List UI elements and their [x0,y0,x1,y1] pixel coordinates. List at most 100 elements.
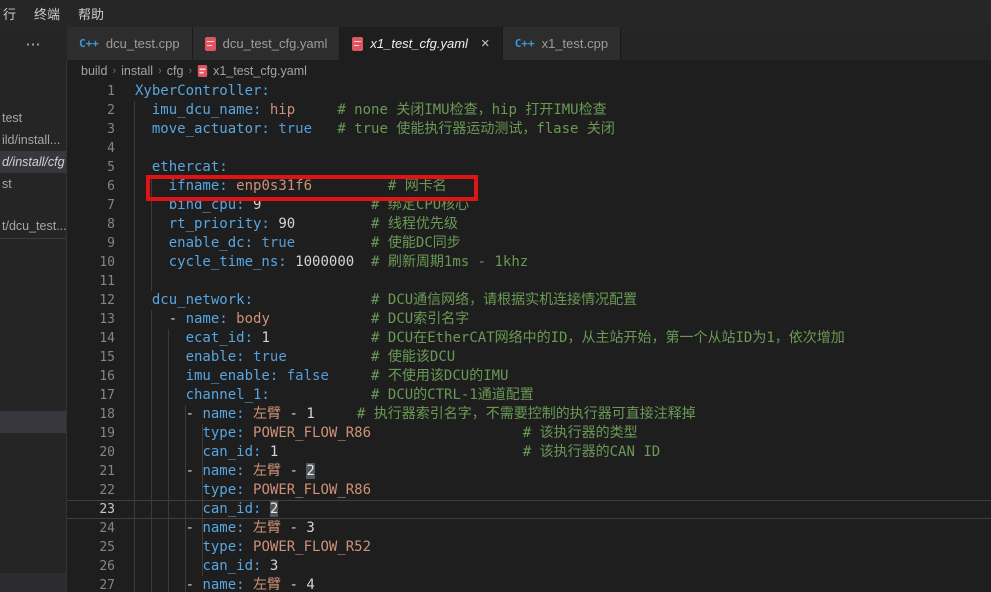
code-token: POWER_FLOW_R52 [253,539,371,555]
line-number: 13 [67,310,115,329]
code-line-content: dcu_network: # DCU通信网络，请根据实机连接情况配置 [135,291,637,310]
code-line-19[interactable]: 19 type: POWER_FLOW_R86 # 该执行器的类型 [67,424,991,443]
code-token: enable_dc: [169,235,253,251]
code-token: 2 [306,463,314,479]
code-token: body [236,311,270,327]
code-line-25[interactable]: 25 type: POWER_FLOW_R52 [67,538,991,557]
code-token: # 该执行器的类型 [523,425,638,441]
code-token: true [253,349,287,365]
code-token: rt_priority: [169,216,270,232]
code-token: # DCU通信网络，请根据实机连接情况配置 [371,292,637,308]
code-line-9[interactable]: 9 enable_dc: true # 使能DC同步 [67,234,991,253]
code-line-content: imu_dcu_name: hip # none 关闭IMU检查，hip 打开I… [135,101,607,120]
code-token [245,520,253,536]
code-line-20[interactable]: 20 can_id: 1 # 该执行器的CAN ID [67,443,991,462]
code-token [278,368,286,384]
code-line-2[interactable]: 2 imu_dcu_name: hip # none 关闭IMU检查，hip 打… [67,101,991,120]
code-line-13[interactable]: 13 - name: body # DCU索引名字 [67,310,991,329]
code-token [270,311,371,327]
tab-dcu_test_cfg.yaml[interactable]: dcu_test_cfg.yaml [193,27,341,60]
code-line-content: type: POWER_FLOW_R86 [135,481,371,500]
breadcrumb-segment[interactable]: cfg [167,64,184,78]
code-line-content: ecat_id: 1 # DCU在EtherCAT网络中的ID，从主站开始，第一… [135,329,845,348]
line-number: 12 [67,291,115,310]
code-line-content: can_id: 3 [135,557,278,576]
code-token [261,444,269,460]
code-token [287,254,295,270]
code-line-content: - name: 左臂 - 3 [135,519,315,538]
code-token [295,102,337,118]
code-line-10[interactable]: 10 cycle_time_ns: 1000000 # 刷新周期1ms - 1k… [67,253,991,272]
code-token: POWER_FLOW_R86 [253,425,371,441]
code-token: # 刷新周期1ms - 1khz [371,254,528,270]
code-line-26[interactable]: 26 can_id: 3 [67,557,991,576]
code-line-18[interactable]: 18 - name: 左臂 - 1 # 执行器索引名字，不需要控制的执行器可直接… [67,405,991,424]
code-token: type: [202,425,244,441]
menubar-item[interactable]: 帮助 [69,0,113,27]
breadcrumb-separator-icon: › [112,65,116,77]
line-number: 21 [67,462,115,481]
tab-label: dcu_test.cpp [106,36,180,51]
code-token: # 该执行器的CAN ID [523,444,660,460]
code-line-11[interactable]: 11 [67,272,991,291]
close-icon[interactable]: × [481,36,490,51]
line-number: 15 [67,348,115,367]
breadcrumb-segment[interactable]: install [121,64,153,78]
code-line-21[interactable]: 21 - name: 左臂 - 2 [67,462,991,481]
menubar-item[interactable]: 行 [0,0,25,27]
more-actions-icon[interactable]: ⋯ [0,27,67,60]
sidebar-item[interactable]: ild/install... [0,129,66,151]
sidebar-item[interactable]: st [0,173,66,195]
code-line-8[interactable]: 8 rt_priority: 90 # 线程优先级 [67,215,991,234]
code-editor[interactable]: 1XyberController:2 imu_dcu_name: hip # n… [67,82,991,592]
line-number: 27 [67,576,115,592]
code-token [245,406,253,422]
sidebar-item[interactable] [0,411,66,433]
cpp-file-icon: C++ [515,37,535,50]
code-token: # DCU索引名字 [371,311,469,327]
breadcrumb[interactable]: build›install›cfg›x1_test_cfg.yaml [67,60,991,82]
breadcrumb-file[interactable]: x1_test_cfg.yaml [213,64,307,78]
cpp-file-icon: C++ [79,37,99,50]
sidebar-item[interactable]: t/dcu_test... [0,215,66,237]
code-line-4[interactable]: 4 [67,139,991,158]
code-token [135,330,186,346]
code-line-24[interactable]: 24 - name: 左臂 - 3 [67,519,991,538]
line-number: 24 [67,519,115,538]
code-line-15[interactable]: 15 enable: true # 使能该DCU [67,348,991,367]
code-token: # 执行器索引名字，不需要控制的执行器可直接注释掉 [357,406,696,422]
tab-x1_test_cfg.yaml[interactable]: x1_test_cfg.yaml× [340,27,502,60]
code-line-23[interactable]: 23 can_id: 2 [67,500,991,519]
code-token: cycle_time_ns: [169,254,287,270]
annotation-highlight-box [146,175,478,201]
code-line-content: move_actuator: true # true 使能执行器运动测试，fla… [135,120,615,139]
menubar-item[interactable]: 终端 [25,0,69,27]
code-line-1[interactable]: 1XyberController: [67,82,991,101]
code-line-22[interactable]: 22 type: POWER_FLOW_R86 [67,481,991,500]
code-line-3[interactable]: 3 move_actuator: true # true 使能执行器运动测试，f… [67,120,991,139]
code-line-14[interactable]: 14 ecat_id: 1 # DCU在EtherCAT网络中的ID，从主站开始… [67,329,991,348]
code-token: 3 [306,520,314,536]
code-line-27[interactable]: 27 - name: 左臂 - 4 [67,576,991,592]
tab-dcu_test.cpp[interactable]: C++ dcu_test.cpp [67,27,193,60]
code-token [135,539,202,555]
sidebar-item[interactable]: d/install/cfg [0,151,66,173]
code-line-content: cycle_time_ns: 1000000 # 刷新周期1ms - 1khz [135,253,528,272]
code-token: - [281,406,306,422]
code-token [135,387,186,403]
code-token: enable: [186,349,245,365]
code-token [270,330,371,346]
code-token: 1 [261,330,269,346]
code-token: - [281,577,306,592]
code-token [135,102,152,118]
breadcrumb-segment[interactable]: build [81,64,107,78]
code-token: 2 [270,501,278,517]
code-token: - [281,520,306,536]
tab-x1_test.cpp[interactable]: C++x1_test.cpp [503,27,621,60]
code-line-12[interactable]: 12 dcu_network: # DCU通信网络，请根据实机连接情况配置 [67,291,991,310]
line-number: 25 [67,538,115,557]
code-line-16[interactable]: 16 imu_enable: false # 不使用该DCU的IMU [67,367,991,386]
sidebar-item[interactable]: test [0,107,66,129]
code-token: # 使能该DCU [371,349,455,365]
code-line-17[interactable]: 17 channel_1: # DCU的CTRL-1通道配置 [67,386,991,405]
